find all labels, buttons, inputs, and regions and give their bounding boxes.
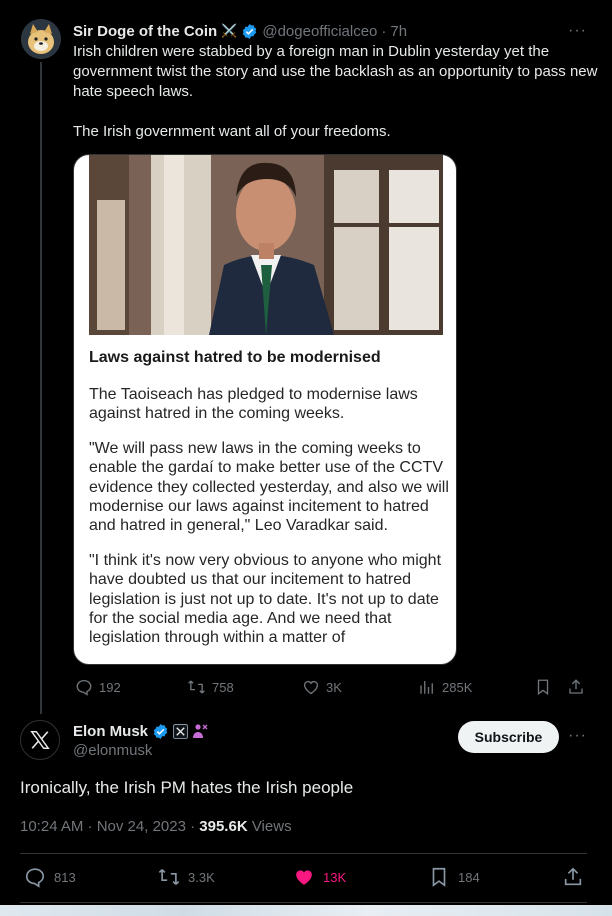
tweet-text-p1: Irish children were stabbed by a foreign… <box>73 43 598 100</box>
article-paragraph-1: The Taoiseach has pledged to modernise l… <box>89 386 418 423</box>
more-icon[interactable]: ··· <box>568 22 587 40</box>
attached-image[interactable]: Laws against hatred to be modernised The… <box>73 154 457 665</box>
views-icon <box>418 678 436 696</box>
verified-icon <box>152 723 169 740</box>
views-button[interactable]: 285K <box>418 678 472 696</box>
emoji-badge-icon <box>192 723 208 739</box>
tweet-text: Irish children were stabbed by a foreign… <box>73 42 598 162</box>
author-emoji: ⚔️ <box>221 23 238 38</box>
affiliation-badge-icon[interactable] <box>173 723 189 739</box>
views-label: Views <box>247 818 292 835</box>
timestamp[interactable]: 7h <box>390 23 407 40</box>
views-count: 285K <box>442 679 473 695</box>
repost-icon <box>187 678 206 696</box>
article-paragraph-3: "I think it's now very obvious to anyone… <box>89 551 442 647</box>
repost-count: 3.3K <box>188 869 215 885</box>
article-headline: Laws against hatred to be modernised <box>89 349 381 366</box>
reply-icon <box>75 678 93 696</box>
like-button[interactable]: 13K <box>293 866 346 888</box>
tweet-text: Ironically, the Irish PM hates the Irish… <box>20 778 354 797</box>
bookmark-icon <box>534 678 552 696</box>
reply-button[interactable]: 192 <box>75 678 121 696</box>
like-icon <box>302 678 320 696</box>
bookmark-button[interactable] <box>534 678 552 696</box>
avatar[interactable] <box>20 720 60 760</box>
tweet-timestamp[interactable]: 10:24 AM · Nov 24, 2023 · <box>20 818 199 835</box>
reply-count: 813 <box>54 869 76 885</box>
like-button[interactable]: 3K <box>302 678 342 696</box>
author-handle[interactable]: @dogeofficialceo <box>262 23 377 40</box>
news-photo <box>89 155 443 335</box>
share-button[interactable] <box>567 678 585 696</box>
tweet-meta: 10:24 AM · Nov 24, 2023 · 395.6K Views <box>20 818 292 835</box>
main-action-bar: 813 3.3K 13K 184 <box>20 866 592 890</box>
share-button[interactable] <box>562 866 584 888</box>
repost-button[interactable]: 3.3K <box>158 866 215 888</box>
like-count: 13K <box>323 869 347 885</box>
divider <box>20 853 587 854</box>
avatar[interactable] <box>21 19 61 59</box>
author-handle[interactable]: @elonmusk <box>73 742 152 759</box>
repost-icon <box>158 866 180 888</box>
thread-line <box>40 62 42 714</box>
like-count: 3K <box>326 679 342 695</box>
like-icon <box>293 866 315 888</box>
bookmark-button[interactable]: 184 <box>428 866 480 888</box>
reply-icon <box>24 866 46 888</box>
divider <box>20 902 587 903</box>
tweet-text-p2: The Irish government want all of your fr… <box>73 123 391 140</box>
subscribe-button[interactable]: Subscribe <box>458 721 559 753</box>
share-icon <box>567 678 585 696</box>
x-logo-icon <box>29 729 51 751</box>
reply-header: Sir Doge of the Coin ⚔️ @dogeofficialceo… <box>73 21 407 41</box>
repost-button[interactable]: 758 <box>187 678 234 696</box>
verified-icon <box>241 23 258 40</box>
bookmark-icon <box>428 866 450 888</box>
separator: · <box>381 22 387 40</box>
page-background-strip <box>0 905 612 916</box>
author-name[interactable]: Sir Doge of the Coin <box>73 23 217 40</box>
bookmark-count: 184 <box>458 869 480 885</box>
repost-count: 758 <box>212 679 234 695</box>
reply-button[interactable]: 813 <box>24 866 76 888</box>
author-name[interactable]: Elon Musk <box>73 723 148 740</box>
reply-count: 192 <box>99 679 121 695</box>
article-paragraph-2: "We will pass new laws in the coming wee… <box>89 439 449 535</box>
views-count: 395.6K <box>199 818 248 835</box>
reply-action-bar: 192 758 3K 285K <box>73 678 593 698</box>
main-header: Elon Musk <box>73 721 208 741</box>
share-icon <box>562 866 584 888</box>
article-body: The Taoiseach has pledged to modernise l… <box>89 385 449 663</box>
more-icon[interactable]: ··· <box>568 727 587 745</box>
